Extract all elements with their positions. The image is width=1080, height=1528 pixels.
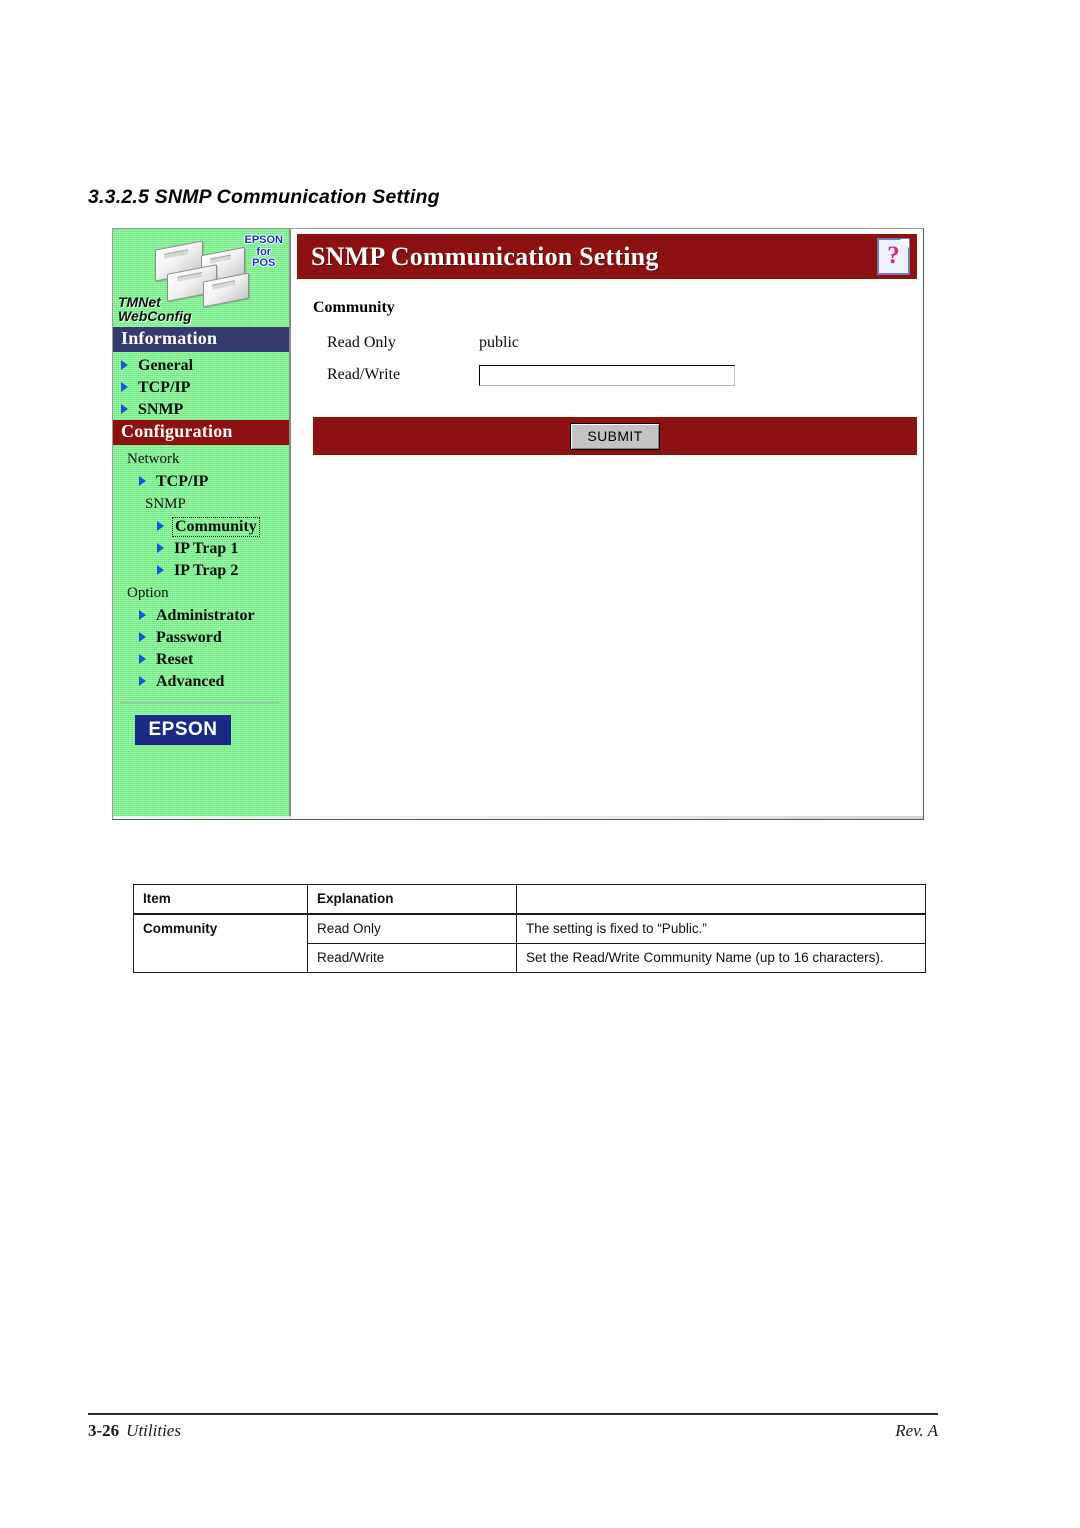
read-only-row: Read Only public [327, 327, 917, 359]
help-icon-glyph: ? [887, 242, 900, 269]
page-title: 3.3.2.5 SNMP Communication Setting [88, 186, 440, 208]
sidebar-item-snmp-info[interactable]: SNMP [113, 398, 289, 420]
triangle-right-icon [121, 360, 128, 370]
sidebar-item-label: Advanced [156, 673, 225, 690]
sidebar-subheading-option: Option [127, 585, 169, 601]
table-header-row: Item Explanation [133, 884, 926, 915]
triangle-right-icon [121, 404, 128, 414]
community-form: Community Read Only public Read/Write SU… [297, 279, 917, 455]
epson-for-pos-tag: EPSON for POS [244, 234, 283, 270]
help-icon[interactable]: ? [877, 238, 910, 275]
sidebar-item-ip-trap-1[interactable]: IP Trap 1 [113, 537, 289, 559]
triangle-right-icon [139, 632, 146, 642]
sidebar-group-information: General TCP/IP SNMP [113, 352, 289, 420]
submit-button[interactable]: SUBMIT [570, 422, 660, 450]
read-only-value: public [479, 334, 519, 351]
table-row: Community Read Only The setting is fixed… [133, 913, 926, 973]
table-cell-explanation: The setting is fixed to “Public.” [516, 913, 926, 944]
footer-page-number: 3-26 [88, 1421, 120, 1440]
sidebar-section-configuration: Configuration [113, 420, 289, 445]
sidebar-item-label: General [138, 357, 194, 374]
footer-left: 3-26 Utilities [88, 1421, 181, 1441]
sidebar-group-configuration: Network TCP/IP SNMP Community IP Trap 1 … [113, 445, 289, 692]
page-banner: SNMP Communication Setting ? [297, 234, 917, 279]
triangle-right-icon [157, 521, 164, 531]
sidebar-item-tcpip-info[interactable]: TCP/IP [113, 376, 289, 398]
triangle-right-icon [157, 543, 164, 553]
read-write-label: Read/Write [327, 366, 401, 383]
footer-section-name: Utilities [126, 1421, 181, 1440]
sidebar-item-advanced[interactable]: Advanced [113, 670, 289, 692]
triangle-right-icon [121, 382, 128, 392]
banner-title: SNMP Communication Setting [311, 241, 659, 271]
sidebar-subheading-network: Network [127, 451, 180, 467]
sidebar-item-label: IP Trap 1 [174, 540, 239, 557]
read-write-row: Read/Write [327, 359, 917, 391]
sidebar-item-tcpip-config[interactable]: TCP/IP [113, 470, 289, 492]
sidebar-item-community[interactable]: Community [113, 515, 289, 537]
sidebar-item-label: Community [172, 517, 260, 537]
footer-revision: Rev. A [895, 1421, 938, 1440]
tmnet-line1: TMNet [118, 294, 161, 310]
sidebar-section-information: Information [113, 327, 289, 352]
sidebar-item-ip-trap-2[interactable]: IP Trap 2 [113, 559, 289, 581]
form-group-title: Community [313, 299, 395, 316]
sidebar-item-label: TCP/IP [156, 473, 209, 490]
submit-bar: SUBMIT [313, 417, 917, 455]
footer-divider [88, 1413, 938, 1415]
sidebar-item-password[interactable]: Password [113, 626, 289, 648]
table-cell-item: Community [133, 913, 308, 973]
triangle-right-icon [157, 565, 164, 575]
sidebar-item-label: Password [156, 629, 222, 646]
page-fold-corner [900, 239, 909, 248]
epson-logo: EPSON [135, 715, 231, 745]
sidebar-item-label: TCP/IP [138, 379, 191, 396]
sidebar-item-administrator[interactable]: Administrator [113, 604, 289, 626]
sidebar-item-label: IP Trap 2 [174, 562, 239, 579]
table-header-explanation: Explanation [307, 884, 517, 915]
main-panel: SNMP Communication Setting ? Community R… [291, 229, 923, 819]
sidebar-item-label: SNMP [138, 401, 184, 418]
sidebar-divider [121, 702, 279, 703]
table-cell-explanation: Set the Read/Write Community Name (up to… [516, 943, 926, 973]
triangle-right-icon [139, 476, 146, 486]
table-header-item: Item [133, 884, 308, 915]
sidebar-item-general[interactable]: General [113, 354, 289, 376]
read-only-label: Read Only [327, 334, 396, 351]
sidebar-subheading-snmp: SNMP [145, 496, 186, 512]
table-cell-sub: Read Only [307, 913, 517, 944]
tmnet-line2: WebConfig [118, 308, 192, 324]
webconfig-screenshot: EPSON for POS TMNet WebConfig Informatio… [112, 228, 924, 820]
read-write-input[interactable] [479, 364, 735, 386]
sidebar-logo: EPSON for POS TMNet WebConfig [113, 229, 289, 327]
sidebar: EPSON for POS TMNet WebConfig Informatio… [113, 229, 291, 819]
table-header-blank [516, 884, 926, 915]
triangle-right-icon [139, 610, 146, 620]
explanation-table: Item Explanation Community Read Only The… [133, 884, 926, 973]
triangle-right-icon [139, 654, 146, 664]
table-cell-sub: Read/Write [307, 943, 517, 973]
epson-tag-line1: EPSON [244, 234, 283, 246]
tmnet-webconfig-wordmark: TMNet WebConfig [118, 295, 192, 323]
sidebar-item-label: Reset [156, 651, 194, 668]
sidebar-item-reset[interactable]: Reset [113, 648, 289, 670]
epson-tag-line3: POS [252, 257, 276, 270]
triangle-right-icon [139, 676, 146, 686]
sidebar-item-label: Administrator [156, 607, 255, 624]
